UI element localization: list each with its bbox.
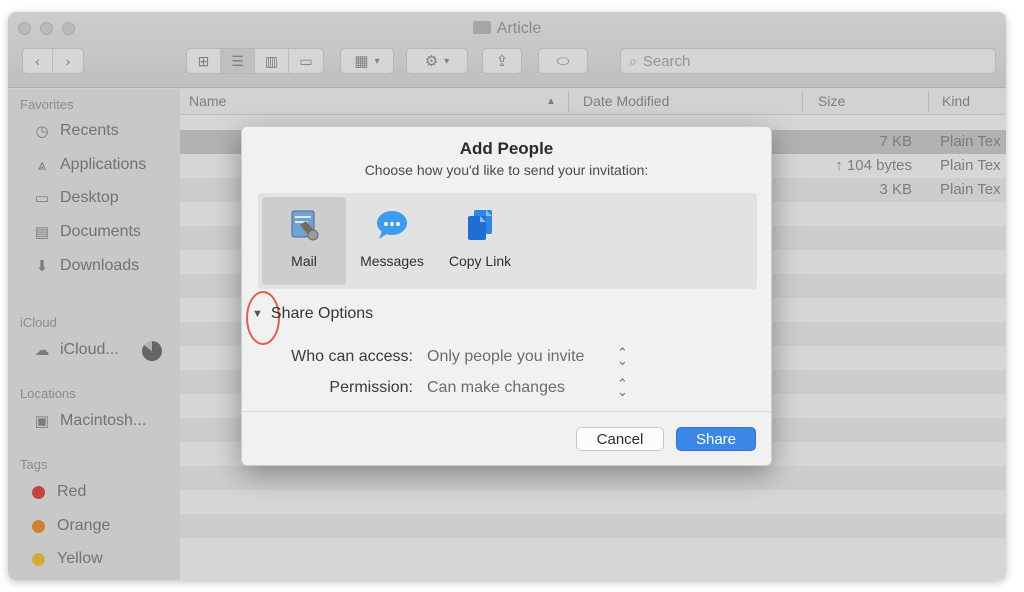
service-label: Mail	[291, 253, 317, 269]
disclosure-triangle-icon[interactable]: ▼	[252, 308, 263, 320]
add-people-dialog: Add People Choose how you'd like to send…	[241, 126, 772, 466]
service-mail[interactable]: Mail	[262, 197, 346, 285]
service-messages[interactable]: Messages	[350, 197, 434, 285]
updown-chevron-icon[interactable]: ⌃ ⌄	[617, 377, 628, 398]
dialog-divider	[242, 411, 771, 412]
service-label: Messages	[360, 253, 424, 269]
permission-select[interactable]: Can make changes	[427, 379, 565, 397]
copy-link-icon	[468, 210, 492, 240]
share-button[interactable]: Share	[676, 427, 756, 451]
share-services-pane: Mail Messages Copy Link	[258, 193, 757, 289]
updown-chevron-icon[interactable]: ⌃ ⌄	[617, 346, 628, 367]
share-options-label: Share Options	[270, 305, 374, 322]
messages-icon	[377, 211, 407, 239]
permission-label: Permission:	[329, 379, 413, 396]
cancel-button[interactable]: Cancel	[576, 427, 664, 451]
share-options-disclosure[interactable]: ▼ Share Options	[252, 305, 373, 323]
service-copy-link[interactable]: Copy Link	[438, 197, 522, 285]
service-label: Copy Link	[448, 253, 512, 269]
mail-icon	[291, 210, 319, 241]
dialog-subtitle: Choose how you'd like to send your invit…	[364, 162, 649, 178]
who-can-access-select[interactable]: Only people you invite	[427, 348, 584, 366]
dialog-title: Add People	[459, 139, 554, 158]
who-can-access-label: Who can access:	[291, 348, 413, 365]
